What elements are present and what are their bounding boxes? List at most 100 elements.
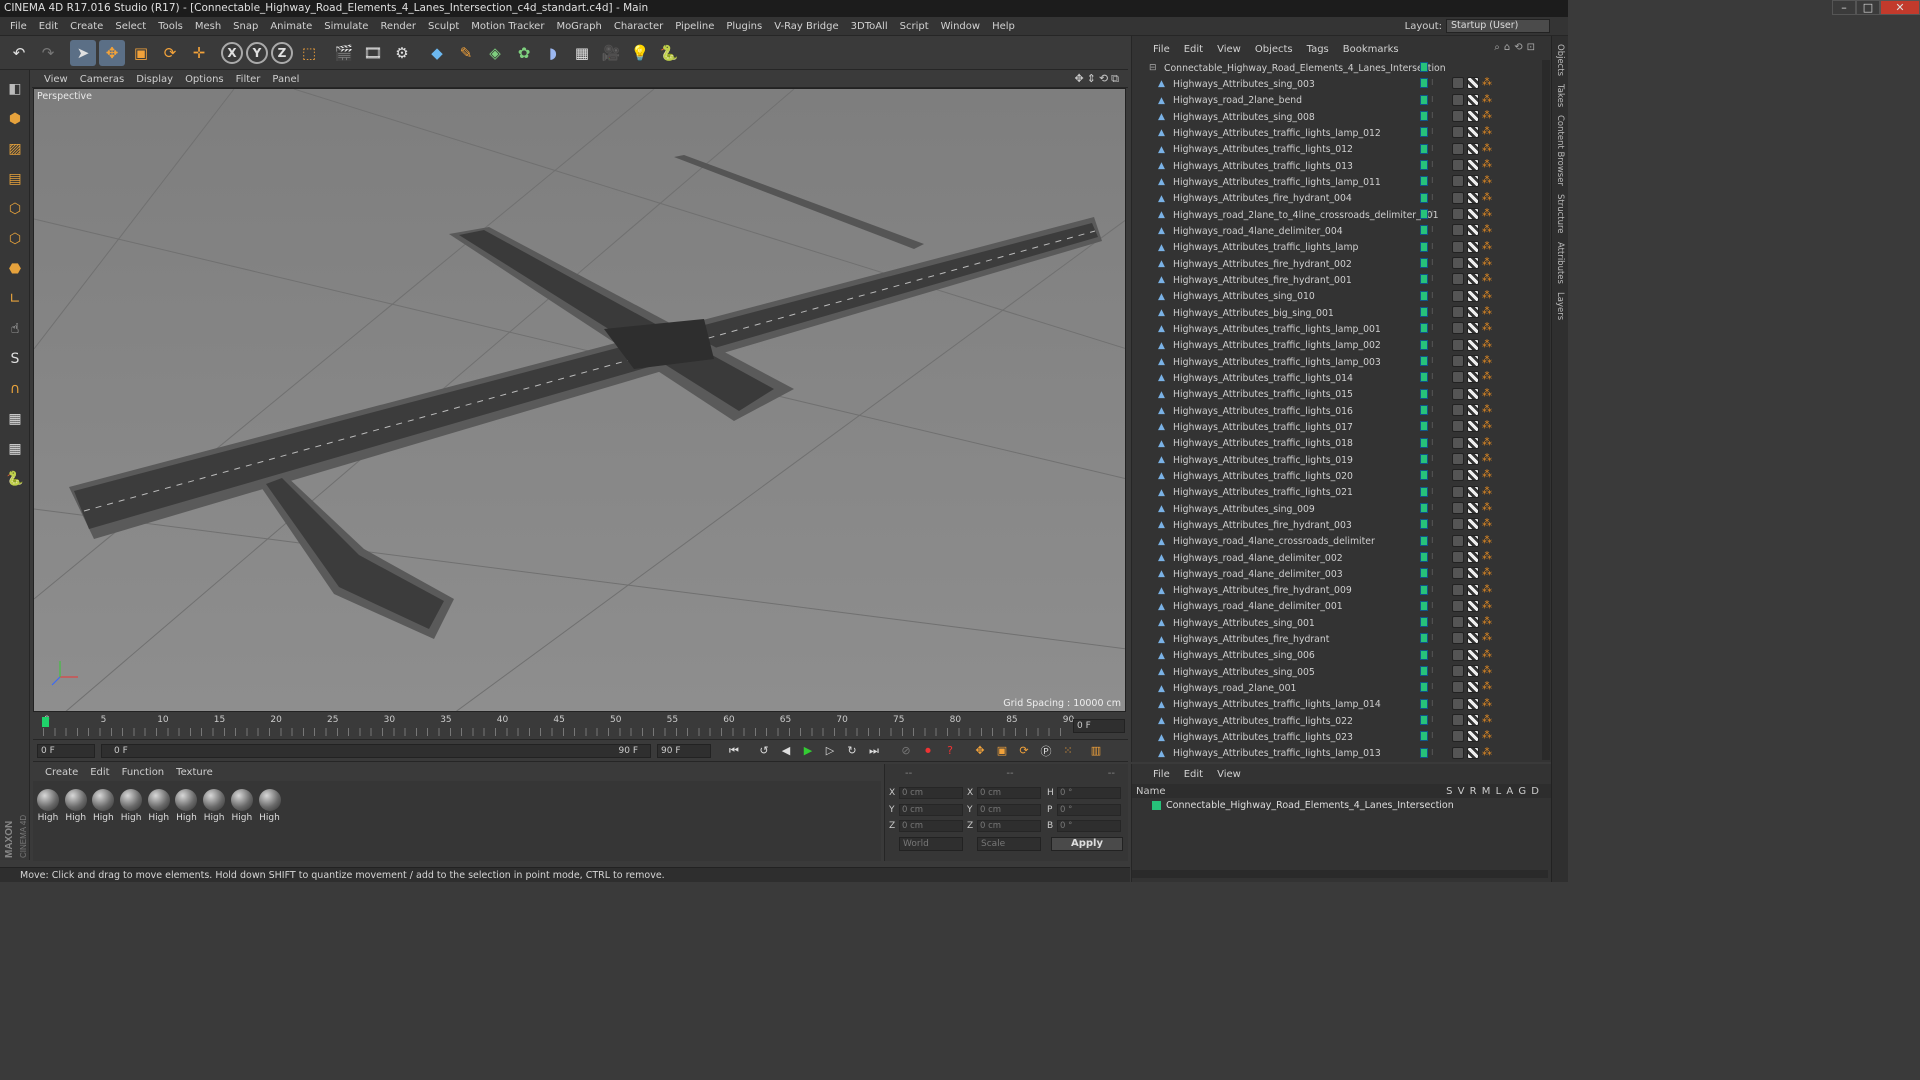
texture-tag-icon[interactable]	[1467, 224, 1479, 237]
texture-mode-icon[interactable]: ▨	[2, 136, 28, 162]
phong-tag-icon[interactable]	[1452, 665, 1464, 678]
coord-value-field[interactable]: 0 °	[1057, 803, 1121, 816]
material-tag-icon[interactable]: ⁂	[1482, 404, 1494, 416]
visibility-dots-icon[interactable]: ⁝	[1431, 176, 1437, 186]
texture-tag-icon[interactable]	[1467, 420, 1479, 433]
select-tool-icon[interactable]: ➤	[70, 39, 96, 66]
object-row[interactable]: ▲ Highways_Attributes_fire_hydrant_002 ⁝ ⁂	[1132, 256, 1540, 272]
phong-tag-icon[interactable]	[1452, 746, 1464, 759]
menu-file[interactable]: File	[4, 21, 33, 32]
texture-tag-icon[interactable]	[1467, 436, 1479, 449]
visibility-dots-icon[interactable]: ⁝	[1431, 568, 1437, 578]
texture-tag-icon[interactable]	[1467, 648, 1479, 661]
right-tab-attributes[interactable]: Attributes	[1555, 242, 1565, 284]
play-icon[interactable]: ▶	[798, 742, 818, 760]
autokey-icon[interactable]: ⏺	[918, 742, 938, 760]
visibility-dots-icon[interactable]: ⁝	[1431, 421, 1437, 431]
visibility-dots-icon[interactable]: ⁝	[1431, 372, 1437, 382]
visibility-dots-icon[interactable]: ⁝	[1431, 487, 1437, 497]
object-menu-edit[interactable]: Edit	[1177, 44, 1210, 55]
texture-tag-icon[interactable]	[1467, 322, 1479, 335]
texture-tag-icon[interactable]	[1467, 354, 1479, 367]
key-parameter-icon[interactable]: Ⓟ	[1036, 742, 1056, 760]
phong-tag-icon[interactable]	[1452, 207, 1464, 220]
phong-tag-icon[interactable]	[1452, 191, 1464, 204]
object-visibility-flags[interactable]: ⁝	[1420, 633, 1437, 644]
keyframe-selection-icon[interactable]: ?	[940, 742, 960, 760]
material-tag-icon[interactable]: ⁂	[1482, 584, 1494, 596]
object-visibility-flags[interactable]: ⁝	[1420, 437, 1437, 448]
object-row[interactable]: ▲ Highways_Attributes_traffic_lights_022 ⁝…	[1132, 713, 1540, 729]
y-axis-lock-icon[interactable]: Y	[246, 41, 268, 64]
viewport-menu-options[interactable]: Options	[179, 74, 230, 85]
key-scale-icon[interactable]: ▣	[992, 742, 1012, 760]
coord-value-field[interactable]: 0 °	[1057, 820, 1121, 832]
material-tag-icon[interactable]: ⁂	[1482, 437, 1494, 449]
phong-tag-icon[interactable]	[1452, 322, 1464, 335]
phong-tag-icon[interactable]	[1452, 583, 1464, 596]
layout-select[interactable]: Startup (User)	[1446, 19, 1550, 33]
menu-motion-tracker[interactable]: Motion Tracker	[465, 21, 550, 32]
object-row[interactable]: ▲ Highways_Attributes_sing_001 ⁝ ⁂	[1132, 615, 1540, 631]
object-menu-tags[interactable]: Tags	[1300, 44, 1336, 55]
menu-snap[interactable]: Snap	[227, 21, 264, 32]
coordinate-system-icon[interactable]: ⬚	[296, 40, 322, 66]
planar-workplane-icon[interactable]: ▦	[2, 436, 28, 462]
root-object-row[interactable]: ⊟ Connectable_Highway_Road_Elements_4_La…	[1132, 60, 1540, 76]
render-settings-icon[interactable]: ⚙	[389, 40, 415, 66]
object-row[interactable]: ▲ Highways_road_4lane_delimiter_001 ⁝ ⁂	[1132, 599, 1540, 615]
object-row[interactable]: ▲ Highways_Attributes_traffic_lights_lamp…	[1132, 174, 1540, 190]
object-visibility-flags[interactable]: ⁝	[1420, 731, 1437, 742]
phong-tag-icon[interactable]	[1452, 501, 1464, 514]
material-tag-icon[interactable]: ⁂	[1482, 567, 1494, 579]
texture-tag-icon[interactable]	[1467, 632, 1479, 645]
x-axis-lock-icon[interactable]: X	[221, 41, 243, 64]
menu-create[interactable]: Create	[64, 21, 109, 32]
object-row[interactable]: ▲ Highways_Attributes_big_sing_001 ⁝ ⁂	[1132, 305, 1540, 321]
object-visibility-flags[interactable]: ⁝	[1420, 584, 1437, 595]
previous-key-icon[interactable]: ↺	[754, 742, 774, 760]
texture-tag-icon[interactable]	[1467, 697, 1479, 710]
object-row[interactable]: ▲ Highways_road_2lane_to_4line_crossroads…	[1132, 207, 1540, 223]
key-rotation-icon[interactable]: ⟳	[1014, 742, 1034, 760]
material-tag-icon[interactable]: ⁂	[1482, 159, 1494, 171]
texture-tag-icon[interactable]	[1467, 109, 1479, 122]
texture-tag-icon[interactable]	[1467, 371, 1479, 384]
menu-3dtoall[interactable]: 3DToAll	[845, 21, 894, 32]
object-row[interactable]: ▲ Highways_Attributes_fire_hydrant_009 ⁝ ⁂	[1132, 583, 1540, 599]
object-row[interactable]: ▲ Highways_Attributes_fire_hydrant_004 ⁝ ⁂	[1132, 191, 1540, 207]
phong-tag-icon[interactable]	[1452, 387, 1464, 400]
tweak-mode-icon[interactable]: ☝	[2, 316, 28, 342]
right-tab-takes[interactable]: Takes	[1555, 84, 1565, 107]
visibility-dots-icon[interactable]: ⁝	[1431, 731, 1437, 741]
viewport-menu-filter[interactable]: Filter	[230, 74, 267, 85]
object-menu-bookmarks[interactable]: Bookmarks	[1336, 44, 1406, 55]
phong-tag-icon[interactable]	[1452, 256, 1464, 269]
menu-mesh[interactable]: Mesh	[189, 21, 227, 32]
menu-pipeline[interactable]: Pipeline	[669, 21, 720, 32]
object-visibility-flags[interactable]: ⁝	[1420, 600, 1437, 611]
move-tool-icon[interactable]: ✥	[99, 39, 125, 66]
object-row[interactable]: ▲ Highways_road_2lane_bend ⁝ ⁂	[1132, 93, 1540, 109]
phong-tag-icon[interactable]	[1452, 240, 1464, 253]
render-to-picture-viewer-icon[interactable]: 🎞	[360, 40, 386, 66]
scale-tool-icon[interactable]: ▣	[128, 40, 154, 66]
viewport-perspective[interactable]: Perspective Grid Spacing : 10000 cm	[33, 88, 1126, 712]
previous-frame-icon[interactable]: ◀	[776, 742, 796, 760]
visibility-dots-icon[interactable]: ⁝	[1431, 650, 1437, 660]
phong-tag-icon[interactable]	[1452, 305, 1464, 318]
edges-mode-icon[interactable]: ⬡	[2, 226, 28, 252]
visibility-dots-icon[interactable]: ⁝	[1431, 601, 1437, 611]
texture-tag-icon[interactable]	[1467, 714, 1479, 727]
z-axis-lock-icon[interactable]: Z	[271, 41, 293, 64]
object-visibility-flags[interactable]: ⁝	[1420, 486, 1437, 497]
key-pla-icon[interactable]: ⁙	[1058, 742, 1078, 760]
phong-tag-icon[interactable]	[1452, 371, 1464, 384]
phong-tag-icon[interactable]	[1452, 142, 1464, 155]
visibility-dots-icon[interactable]: ⁝	[1431, 242, 1437, 252]
phong-tag-icon[interactable]	[1452, 469, 1464, 482]
menu-plugins[interactable]: Plugins	[720, 21, 768, 32]
object-row[interactable]: ▲ Highways_Attributes_sing_006 ⁝ ⁂	[1132, 648, 1540, 664]
visibility-dots-icon[interactable]: ⁝	[1431, 95, 1437, 105]
material-tag-icon[interactable]: ⁂	[1482, 730, 1494, 742]
